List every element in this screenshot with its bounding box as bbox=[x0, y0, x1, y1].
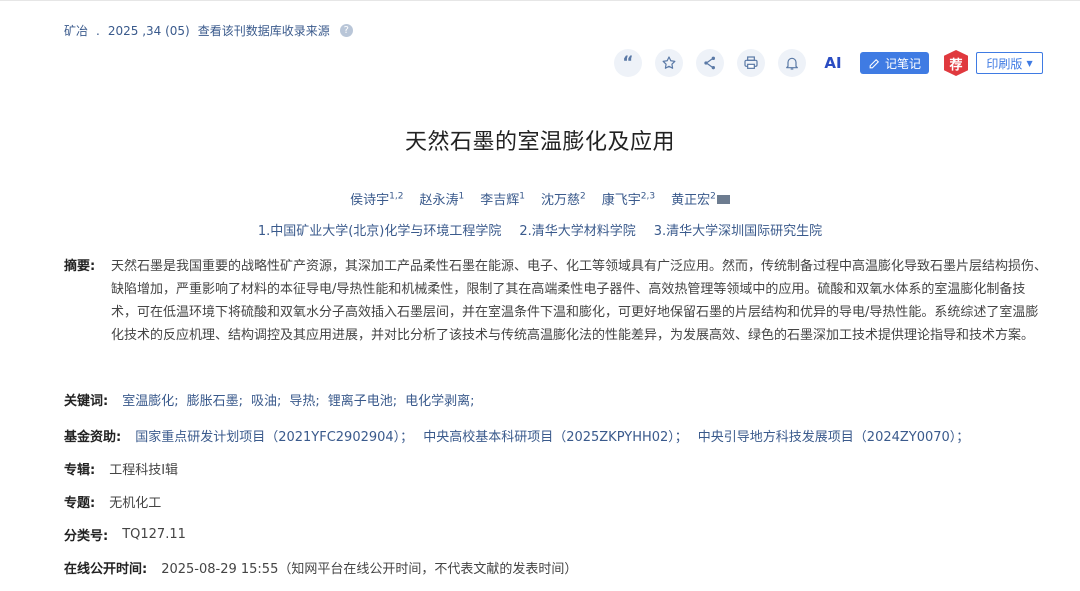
topic-value: 无机化工 bbox=[109, 496, 162, 511]
journal-issue[interactable]: 2025 ,34 (05) bbox=[108, 24, 190, 38]
keyword-link[interactable]: 电化学剥离; bbox=[405, 394, 474, 409]
quote-icon: “ bbox=[622, 52, 634, 73]
funding-link[interactable]: 中央引导地方科技发展项目（2024ZY0070）； bbox=[698, 430, 970, 445]
share-button[interactable] bbox=[696, 49, 724, 77]
mail-icon[interactable] bbox=[716, 195, 730, 204]
funding-list: 国家重点研发计划项目（2021YFC2902904）； 中央高校基本科研项目（20… bbox=[135, 426, 979, 445]
ai-button[interactable]: AI bbox=[819, 49, 847, 77]
cite-button[interactable]: “ bbox=[614, 49, 642, 77]
recommend-badge[interactable]: 荐 bbox=[944, 50, 969, 76]
online-time-label: 在线公开时间: bbox=[64, 562, 148, 577]
author-name: 赵永涛 bbox=[419, 193, 459, 208]
journal-dot: . bbox=[96, 23, 100, 38]
author-link[interactable]: 侯诗宇1,2 bbox=[350, 191, 404, 208]
author-affil-index: 2 bbox=[580, 191, 586, 202]
class-label: 分类号: bbox=[64, 529, 109, 544]
keyword-link[interactable]: 锂离子电池; bbox=[328, 394, 397, 409]
author-list: 侯诗宇1,2 赵永涛1 李吉辉1 沈万慈2 康飞宇2,3 黄正宏2 bbox=[0, 189, 1080, 208]
favorite-button[interactable] bbox=[655, 49, 683, 77]
keyword-link[interactable]: 导热; bbox=[289, 394, 319, 409]
author-name: 侯诗宇 bbox=[350, 193, 390, 208]
author-affil-index: 1 bbox=[519, 191, 525, 202]
topic-label: 专题: bbox=[64, 496, 96, 511]
share-icon bbox=[704, 56, 715, 70]
journal-name[interactable]: 矿冶 bbox=[64, 22, 88, 39]
help-icon[interactable]: ? bbox=[339, 24, 353, 37]
online-time-value: 2025-08-29 15:55（知网平台在线公开时间，不代表文献的发表时间） bbox=[161, 562, 578, 577]
top-divider bbox=[0, 0, 1080, 1]
series-value: 工程科技Ⅰ辑 bbox=[109, 463, 179, 478]
author-link[interactable]: 黄正宏2 bbox=[671, 191, 730, 208]
author-name: 黄正宏 bbox=[671, 193, 711, 208]
article-title: 天然石墨的室温膨化及应用 bbox=[404, 130, 675, 155]
db-source-link[interactable]: 查看该刊数据库收录来源 bbox=[198, 22, 330, 39]
take-note-button[interactable]: 记笔记 bbox=[860, 52, 930, 74]
article-page: 矿冶 . 2025 ,34 (05) 查看该刊数据库收录来源 ? “ AI 记笔… bbox=[0, 0, 1080, 591]
affiliation-link[interactable]: 1.中国矿业大学(北京)化学与环境工程学院 bbox=[258, 224, 502, 239]
print-button[interactable] bbox=[737, 49, 765, 77]
affiliation-list: 1.中国矿业大学(北京)化学与环境工程学院 2.清华大学材料学院 3.清华大学深圳国… bbox=[0, 220, 1080, 239]
author-affil-index: 2,3 bbox=[640, 191, 656, 202]
funding-link[interactable]: 中央高校基本科研项目（2025ZKPYHH02）； bbox=[423, 430, 688, 445]
edit-icon bbox=[869, 58, 880, 68]
keyword-list: 室温膨化; 膨胀石墨; 吸油; 导热; 锂离子电池; 电化学剥离; bbox=[122, 390, 482, 409]
funding-link[interactable]: 国家重点研发计划项目（2021YFC2902904）； bbox=[135, 430, 413, 445]
keyword-link[interactable]: 吸油; bbox=[251, 394, 281, 409]
author-name: 沈万慈 bbox=[541, 193, 581, 208]
funding-label: 基金资助: bbox=[64, 430, 122, 445]
keyword-link[interactable]: 室温膨化; bbox=[122, 394, 178, 409]
author-link[interactable]: 李吉辉1 bbox=[480, 191, 525, 208]
keywords-label: 关键词: bbox=[64, 394, 109, 409]
keyword-link[interactable]: 膨胀石墨; bbox=[187, 394, 243, 409]
series-label: 专辑: bbox=[64, 463, 96, 478]
funding-row: 基金资助: 国家重点研发计划项目（2021YFC2902904）； 中央高校基本科… bbox=[64, 426, 979, 445]
author-affil-index: 1,2 bbox=[389, 191, 404, 202]
subscribe-button[interactable] bbox=[778, 49, 806, 77]
author-affil-index: 1 bbox=[458, 191, 465, 202]
bell-icon bbox=[786, 57, 798, 70]
affiliation-link[interactable]: 3.清华大学深圳国际研究生院 bbox=[654, 224, 822, 239]
author-link[interactable]: 康飞宇2,3 bbox=[601, 191, 656, 208]
topic-row: 专题: 无机化工 bbox=[64, 492, 161, 511]
star-icon bbox=[662, 56, 676, 69]
author-name: 李吉辉 bbox=[480, 193, 520, 208]
class-value: TQ127.11 bbox=[122, 527, 186, 542]
print-version-dropdown[interactable]: 印刷版 ▼ bbox=[976, 52, 1044, 74]
author-name: 康飞宇 bbox=[601, 193, 641, 208]
take-note-label: 记笔记 bbox=[885, 56, 922, 71]
caret-down-icon: ▼ bbox=[1026, 58, 1033, 68]
print-version-label: 印刷版 bbox=[986, 56, 1023, 71]
printer-icon bbox=[744, 56, 758, 69]
series-row: 专辑: 工程科技Ⅰ辑 bbox=[64, 459, 178, 478]
class-row: 分类号: TQ127.11 bbox=[64, 525, 186, 544]
abstract-text: 天然石墨是我国重要的战略性矿产资源，其深加工产品柔性石墨在能源、电子、化工等领域… bbox=[111, 259, 1048, 343]
source-row: 矿冶 . 2025 ,34 (05) 查看该刊数据库收录来源 ? bbox=[64, 22, 353, 39]
affiliation-link[interactable]: 2.清华大学材料学院 bbox=[519, 224, 635, 239]
keywords-row: 关键词: 室温膨化; 膨胀石墨; 吸油; 导热; 锂离子电池; 电化学剥离; bbox=[64, 390, 483, 409]
abstract-section: 摘要: 天然石墨是我国重要的战略性矿产资源，其深加工产品柔性石墨在能源、电子、化… bbox=[64, 255, 1050, 347]
toolbar: “ AI 记笔记 荐 印刷版 ▼ bbox=[614, 49, 1044, 77]
author-link[interactable]: 赵永涛1 bbox=[419, 191, 465, 208]
online-time-row: 在线公开时间: 2025-08-29 15:55（知网平台在线公开时间，不代表文… bbox=[64, 558, 577, 577]
author-affil-index: 2 bbox=[710, 191, 716, 202]
abstract-label: 摘要: bbox=[64, 259, 96, 274]
author-link[interactable]: 沈万慈2 bbox=[541, 191, 586, 208]
